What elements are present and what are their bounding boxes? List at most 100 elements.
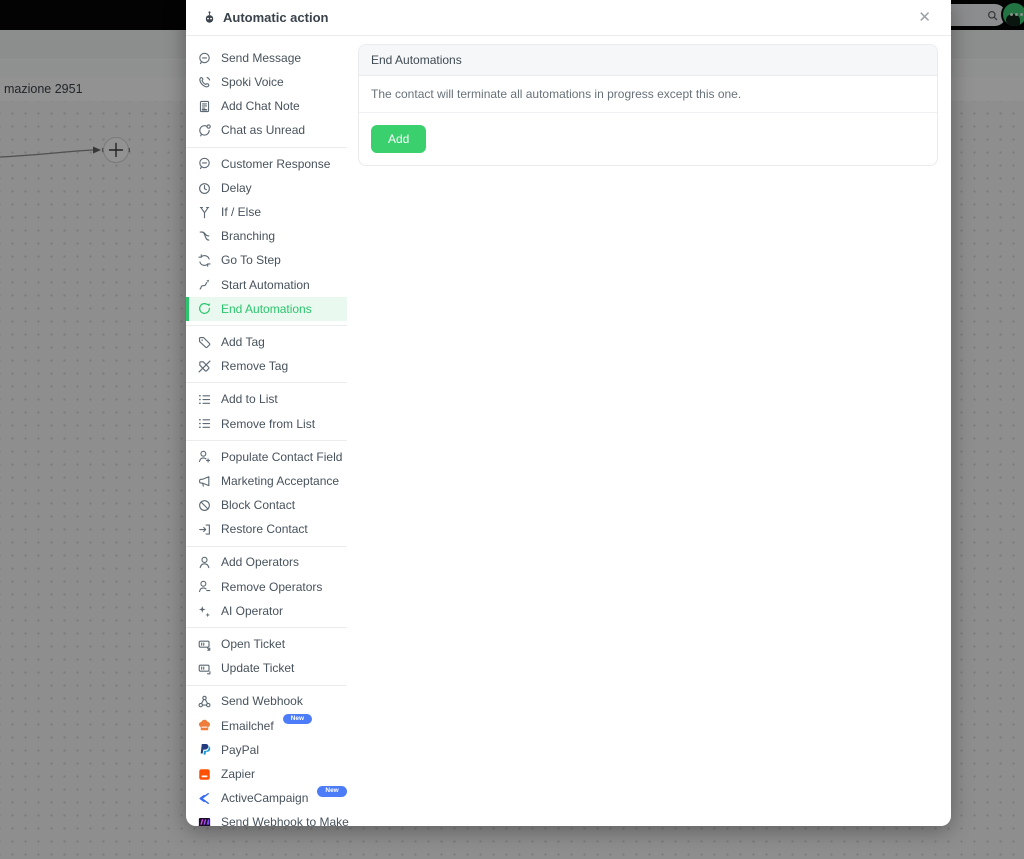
close-icon[interactable]: ✕ (916, 10, 933, 25)
clock-icon (197, 181, 212, 196)
person-minus-icon (197, 579, 212, 594)
sidebar-group: Send Webhook EmailchefNew PayPal Zapier Acti… (186, 686, 347, 827)
card-description: The contact will terminate all automatio… (359, 76, 937, 113)
sidebar-item-open-ticket[interactable]: Open Ticket (186, 632, 347, 656)
sidebar-item-label: Block Contact (221, 498, 295, 512)
sidebar-item-block-contact[interactable]: Block Contact (186, 493, 347, 517)
sidebar-item-label: Emailchef (221, 719, 274, 733)
sidebar-item-populate-contact-field[interactable]: Populate Contact Field (186, 445, 347, 469)
sidebar-group: Add Tag Remove Tag (186, 326, 347, 383)
add-button[interactable]: Add (371, 125, 426, 153)
sidebar-item-label: Send Webhook (221, 694, 303, 708)
modal-title: Automatic action (202, 10, 328, 25)
sidebar-group: Add Operators Remove Operators AI Operator (186, 547, 347, 629)
activecampaign-icon (197, 791, 212, 806)
sidebar-item-branching[interactable]: Branching (186, 224, 347, 248)
sidebar-item-label: Remove from List (221, 417, 315, 431)
sparkles-icon (197, 604, 212, 619)
sidebar-group: Send Message Spoki Voice Add Chat Note Chat… (186, 42, 347, 148)
sidebar-item-zapier[interactable]: Zapier (186, 762, 347, 786)
sidebar-item-send-message[interactable]: Send Message (186, 46, 347, 70)
sidebar-item-add-tag[interactable]: Add Tag (186, 330, 347, 354)
phone-wave-icon (197, 75, 212, 90)
list-icon (197, 392, 212, 407)
sidebar-item-go-to-step[interactable]: Go To Step (186, 249, 347, 273)
webhook-icon (197, 694, 212, 709)
sidebar-item-label: Send Webhook to Make (221, 815, 349, 826)
sidebar-item-label: Zapier (221, 767, 255, 781)
sidebar-item-chat-as-unread[interactable]: Chat as Unread (186, 119, 347, 143)
ticket-icon (197, 637, 212, 652)
ticket-update-icon (197, 661, 212, 676)
sidebar-item-label: Branching (221, 229, 275, 243)
sidebar-item-label: Add Tag (221, 335, 265, 349)
list-icon (197, 416, 212, 431)
person-plus-icon (197, 449, 212, 464)
tag-remove-icon (197, 359, 212, 374)
sidebar-item-paypal[interactable]: PayPal (186, 738, 347, 762)
block-icon (197, 498, 212, 513)
sidebar-item-label: End Automations (221, 302, 312, 316)
sidebar-item-label: Start Automation (221, 278, 310, 292)
sidebar-item-add-to-list[interactable]: Add to List (186, 387, 347, 411)
sidebar-item-label: Add Operators (221, 555, 299, 569)
action-detail-panel: End Automations The contact will termina… (347, 36, 951, 826)
chat-bubble-icon (197, 156, 212, 171)
sidebar-item-delay[interactable]: Delay (186, 176, 347, 200)
sidebar-item-customer-response[interactable]: Customer Response (186, 152, 347, 176)
sidebar-item-restore-contact[interactable]: Restore Contact (186, 517, 347, 541)
sidebar-item-remove-tag[interactable]: Remove Tag (186, 354, 347, 378)
sidebar-group: Open TicketUpdate Ticket (186, 628, 347, 685)
sidebar-item-ai-operator[interactable]: AI Operator (186, 599, 347, 623)
sidebar-item-spoki-voice[interactable]: Spoki Voice (186, 70, 347, 94)
sidebar-item-emailchef[interactable]: EmailchefNew (186, 714, 347, 738)
split-icon (197, 205, 212, 220)
sidebar-item-end-automations[interactable]: End Automations (186, 297, 347, 321)
chat-bubble-icon (197, 51, 212, 66)
emailchef-icon (197, 718, 212, 733)
sidebar-item-add-chat-note[interactable]: Add Chat Note (186, 94, 347, 118)
megaphone-icon (197, 474, 212, 489)
sidebar-item-label: ActiveCampaign (221, 791, 308, 805)
sidebar-item-label: Populate Contact Field (221, 450, 342, 464)
action-sidebar: Send Message Spoki Voice Add Chat Note Chat… (186, 36, 347, 826)
sidebar-item-start-automation[interactable]: Start Automation (186, 273, 347, 297)
sidebar-item-label: AI Operator (221, 604, 283, 618)
sidebar-item-label: Add to List (221, 392, 278, 406)
chat-unread-icon (197, 123, 212, 138)
restore-icon (197, 522, 212, 537)
sidebar-item-label: Delay (221, 181, 252, 195)
sidebar-item-remove-from-list[interactable]: Remove from List (186, 412, 347, 436)
tag-icon (197, 335, 212, 350)
sidebar-item-label: Remove Operators (221, 580, 322, 594)
sidebar-item-label: Go To Step (221, 253, 281, 267)
paypal-icon (197, 742, 212, 757)
sidebar-item-marketing-acceptance[interactable]: Marketing Acceptance (186, 469, 347, 493)
sidebar-item-send-webhook-to-make[interactable]: Send Webhook to Make (186, 810, 347, 826)
automatic-action-modal: Automatic action ✕ Send Message Spoki Voi… (186, 0, 951, 826)
make-icon (197, 815, 212, 826)
person-icon (197, 555, 212, 570)
sidebar-item-label: Remove Tag (221, 359, 288, 373)
sidebar-item-remove-operators[interactable]: Remove Operators (186, 575, 347, 599)
sidebar-item-label: Marketing Acceptance (221, 474, 339, 488)
refresh-icon (197, 253, 212, 268)
start-automation-icon (197, 277, 212, 292)
sidebar-item-label: Chat as Unread (221, 123, 305, 137)
modal-header: Automatic action ✕ (186, 0, 951, 36)
end-automation-icon (197, 301, 212, 316)
sidebar-item-label: Spoki Voice (221, 75, 284, 89)
sidebar-item-label: If / Else (221, 205, 261, 219)
modal-body: Send Message Spoki Voice Add Chat Note Chat… (186, 36, 951, 826)
sidebar-item-update-ticket[interactable]: Update Ticket (186, 656, 347, 680)
sidebar-item-label: Add Chat Note (221, 99, 300, 113)
card-footer: Add (359, 113, 937, 165)
sidebar-item-label: Customer Response (221, 157, 330, 171)
sidebar-item-label: PayPal (221, 743, 259, 757)
sidebar-item-if-else[interactable]: If / Else (186, 200, 347, 224)
end-automations-card: End Automations The contact will termina… (358, 44, 938, 166)
sidebar-group: Populate Contact Field Marketing Acceptan… (186, 441, 347, 547)
sidebar-item-send-webhook[interactable]: Send Webhook (186, 690, 347, 714)
sidebar-item-activecampaign[interactable]: ActiveCampaignNew (186, 786, 347, 810)
sidebar-item-add-operators[interactable]: Add Operators (186, 551, 347, 575)
